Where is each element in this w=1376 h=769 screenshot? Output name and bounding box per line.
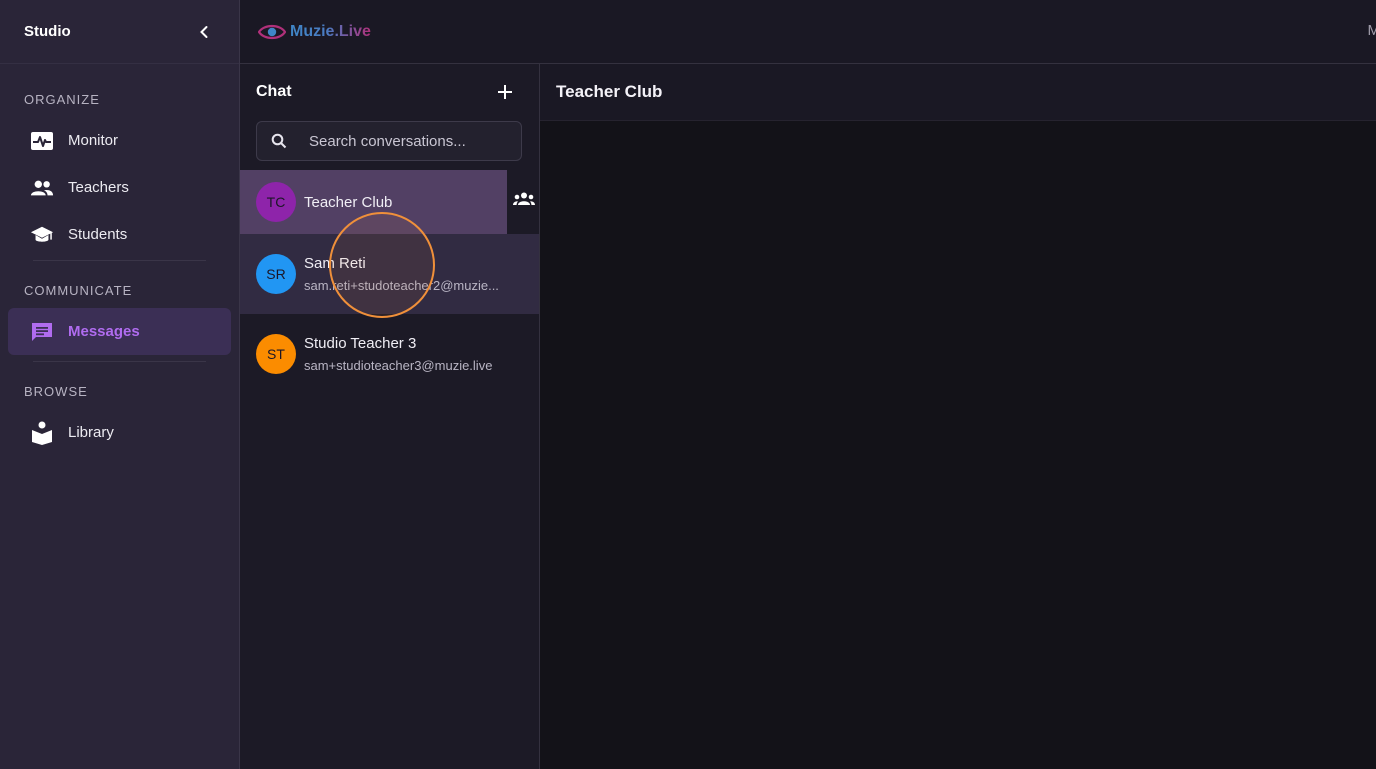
conversation-name: Teacher Club bbox=[304, 193, 393, 211]
sidebar: Studio ORGANIZE Monitor Teachers Student… bbox=[0, 0, 240, 769]
avatar: TC bbox=[256, 182, 296, 222]
search-box bbox=[256, 121, 522, 161]
sidebar-item-label: Library bbox=[68, 424, 114, 441]
avatar-initials: ST bbox=[267, 346, 285, 362]
avatar-initials: TC bbox=[266, 194, 286, 210]
sidebar-divider bbox=[33, 260, 206, 261]
monitor-heart-icon bbox=[30, 129, 54, 153]
chevron-left-icon bbox=[200, 25, 208, 38]
avatar: SR bbox=[256, 254, 296, 294]
click-indicator bbox=[329, 212, 435, 318]
chat-title: Chat bbox=[256, 83, 292, 100]
collapse-sidebar-button[interactable] bbox=[193, 21, 215, 43]
conversation-studio-teacher-3[interactable]: ST Studio Teacher 3 sam+studioteacher3@m… bbox=[240, 314, 539, 394]
sidebar-item-label: Teachers bbox=[68, 179, 129, 196]
conversation-name: Studio Teacher 3 bbox=[304, 335, 417, 352]
sidebar-divider bbox=[33, 361, 206, 362]
sidebar-item-label: Students bbox=[68, 226, 128, 243]
sidebar-item-messages[interactable]: Messages bbox=[8, 308, 231, 355]
chat-icon bbox=[30, 320, 54, 344]
group-icon bbox=[513, 192, 535, 211]
plus-icon bbox=[498, 85, 512, 99]
conversation-title: Teacher Club bbox=[540, 64, 1376, 121]
sidebar-header: Studio bbox=[0, 0, 239, 64]
eye-logo-icon bbox=[258, 24, 286, 39]
search-icon bbox=[271, 133, 287, 149]
sidebar-item-teachers[interactable]: Teachers bbox=[8, 164, 231, 211]
chat-header: Chat bbox=[240, 64, 539, 120]
conversation-panel: Teacher Club bbox=[540, 64, 1376, 769]
app-logo[interactable]: Muzie.Live bbox=[258, 23, 371, 41]
sidebar-title: Studio bbox=[24, 23, 71, 40]
message-area[interactable] bbox=[540, 121, 1376, 769]
conversation-text: Studio Teacher 3 sam+studioteacher3@muzi… bbox=[304, 335, 516, 373]
section-label-communicate: COMMUNICATE bbox=[24, 283, 133, 298]
conversation-text: Teacher Club bbox=[304, 194, 392, 211]
sidebar-item-monitor[interactable]: Monitor bbox=[8, 117, 231, 164]
logo-text: Muzie.Live bbox=[290, 22, 371, 40]
search-input[interactable] bbox=[307, 131, 507, 151]
section-label-browse: BROWSE bbox=[24, 384, 88, 399]
chat-list-panel: Chat TC Teacher Club SR Sam Reti sam.ret… bbox=[240, 64, 540, 769]
conversation-email: sam+studioteacher3@muzie.live bbox=[304, 358, 493, 373]
sidebar-item-students[interactable]: Students bbox=[8, 211, 231, 258]
topbar-right-text[interactable]: M bbox=[1368, 22, 1376, 39]
avatar: ST bbox=[256, 334, 296, 374]
avatar-initials: SR bbox=[266, 266, 286, 282]
graduation-cap-icon bbox=[30, 223, 54, 247]
top-bar: Muzie.Live M bbox=[240, 0, 1376, 64]
people-icon bbox=[30, 176, 54, 200]
sidebar-item-label: Messages bbox=[68, 323, 140, 340]
new-chat-button[interactable] bbox=[493, 80, 517, 104]
section-label-organize: ORGANIZE bbox=[24, 92, 100, 107]
sidebar-item-label: Monitor bbox=[68, 132, 119, 149]
sidebar-item-library[interactable]: Library bbox=[8, 409, 231, 456]
library-icon bbox=[30, 421, 54, 445]
